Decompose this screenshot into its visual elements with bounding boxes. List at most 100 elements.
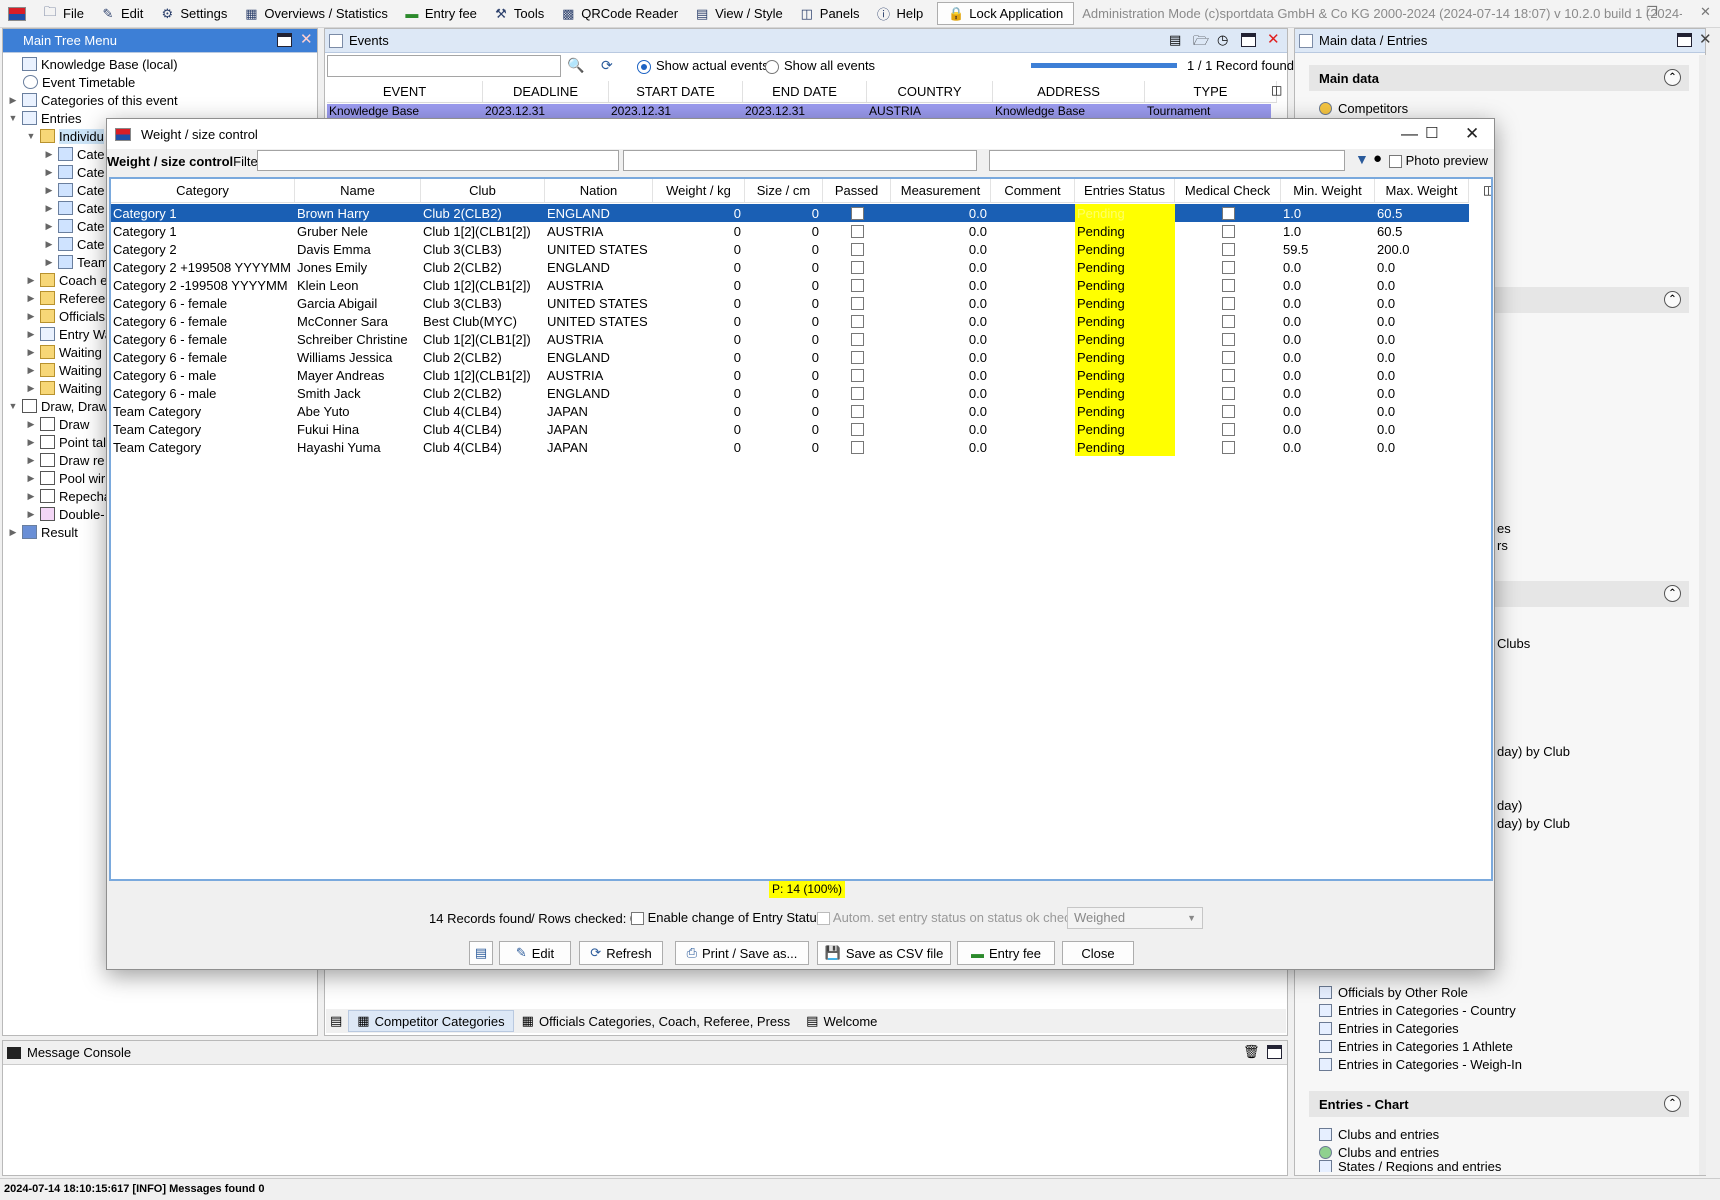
medical-check-checkbox[interactable] <box>1221 332 1235 346</box>
chart-link[interactable]: Clubs and entries <box>1319 1143 1439 1161</box>
maximize-icon[interactable]: ☐ <box>1425 124 1438 142</box>
tree-item-waiting[interactable]: ▶ Waiting <box>25 379 102 397</box>
report-link[interactable]: Entries in Categories - Country <box>1319 1001 1516 1019</box>
layout-button[interactable]: ▤ <box>469 941 493 965</box>
tree-item-draw-result[interactable]: ▶ Draw re <box>25 451 105 469</box>
tree-item-double-elimination[interactable]: ▶ Double- <box>25 505 105 523</box>
column-header[interactable]: Weight / kg <box>653 179 745 202</box>
collapse-section-icon[interactable]: ⌃ <box>1664 69 1681 86</box>
export-icon[interactable]: ▤ <box>1169 32 1181 48</box>
search-icon[interactable]: 🔍 <box>567 57 584 74</box>
maximize-panel-icon[interactable] <box>1677 33 1692 47</box>
menu-panels[interactable]: ◫ Panels <box>791 2 868 26</box>
menu-qrcode[interactable]: ▩ QRCode Reader <box>552 2 686 26</box>
medical-check-checkbox[interactable] <box>1221 404 1235 418</box>
expand-icon[interactable]: ▶ <box>25 419 37 430</box>
column-header[interactable]: Comment <box>991 179 1075 202</box>
column-header[interactable]: START DATE <box>609 81 743 102</box>
tree-item-category[interactable]: ▶ Cate <box>43 217 105 235</box>
passed-checkbox[interactable] <box>850 404 864 418</box>
medical-check-checkbox[interactable] <box>1221 260 1235 274</box>
tab-officials-categories[interactable]: ▦ Officials Categories, Coach, Referee, P… <box>514 1010 799 1032</box>
tree-item-event-timetable[interactable]: Event Timetable <box>23 73 135 91</box>
expand-icon[interactable]: ▶ <box>25 329 37 340</box>
filter-icon[interactable]: ▼ <box>1355 151 1369 167</box>
save-csv-button[interactable]: 💾 Save as CSV file <box>817 941 951 965</box>
refresh-button[interactable]: ⟳ Refresh <box>579 941 663 965</box>
expand-icon[interactable]: ▶ <box>43 149 55 160</box>
table-row[interactable]: Category 1 Brown Harry Club 2(CLB2) ENGLAND… <box>111 204 1469 222</box>
medical-check-checkbox[interactable] <box>1221 278 1235 292</box>
tab-welcome[interactable]: ▤ Welcome <box>798 1010 885 1032</box>
expand-icon[interactable]: ▶ <box>25 383 37 394</box>
print-save-button[interactable]: ⎙ Print / Save as... <box>675 941 809 965</box>
expand-icon[interactable]: ▶ <box>25 491 37 502</box>
medical-check-checkbox[interactable] <box>1221 368 1235 382</box>
tree-item-entries[interactable]: ▼ Entries <box>7 109 82 127</box>
expand-icon[interactable]: ▶ <box>43 185 55 196</box>
minimize-icon[interactable]: — <box>1401 124 1418 144</box>
expand-icon[interactable]: ▶ <box>25 311 37 322</box>
refresh-icon[interactable]: ⟳ <box>601 57 613 74</box>
passed-checkbox[interactable] <box>850 278 864 292</box>
person-icon[interactable]: ● <box>1373 150 1382 167</box>
chart-link[interactable]: States / Regions and entries <box>1319 1160 1501 1172</box>
menu-help[interactable]: ⓘ Help <box>868 2 932 26</box>
column-header[interactable]: Min. Weight <box>1281 179 1375 202</box>
close-window-icon[interactable]: ✕ <box>1700 4 1711 20</box>
menu-edit[interactable]: ✎ Edit <box>92 2 151 26</box>
events-search-input[interactable] <box>327 55 561 77</box>
medical-check-checkbox[interactable] <box>1221 422 1235 436</box>
maximize-panel-icon[interactable] <box>277 33 292 47</box>
trash-icon[interactable]: 🗑 <box>1243 1044 1260 1060</box>
edit-button[interactable]: ✎ Edit <box>499 941 571 965</box>
collapse-section-icon[interactable]: ⌃ <box>1664 291 1681 308</box>
status-select[interactable]: Weighed ▼ <box>1067 907 1203 929</box>
expand-icon[interactable]: ▶ <box>43 167 55 178</box>
close-button[interactable]: Close <box>1062 941 1134 965</box>
close-panel-icon[interactable]: ✕ <box>300 30 313 48</box>
passed-checkbox[interactable] <box>850 314 864 328</box>
menu-settings[interactable]: ⚙ Settings <box>151 2 235 26</box>
tree-item-referee[interactable]: ▶ Referee <box>25 289 106 307</box>
collapse-icon[interactable]: ▼ <box>7 113 19 123</box>
column-header[interactable]: END DATE <box>743 81 867 102</box>
passed-checkbox[interactable] <box>850 350 864 364</box>
table-row[interactable]: Category 2 Davis Emma Club 3(CLB3) UNITED S… <box>111 240 1469 258</box>
tree-item-category[interactable]: ▶ Cate <box>43 163 105 181</box>
autom-set-checkbox[interactable]: Autom. set entry status on status ok che… <box>817 910 1077 926</box>
table-row[interactable]: Category 6 - female Williams Jessica Club … <box>111 348 1469 366</box>
report-link[interactable]: Entries in Categories 1 Athlete <box>1319 1037 1513 1055</box>
restore-window-icon[interactable]: ❐ <box>1646 4 1658 20</box>
column-header[interactable]: Size / cm <box>745 179 823 202</box>
table-row[interactable]: Team Category Fukui Hina Club 4(CLB4) JAPAN… <box>111 420 1469 438</box>
table-row[interactable]: Category 6 - female Schreiber Christine Cl… <box>111 330 1469 348</box>
tree-item-category[interactable]: ▶ Cate <box>43 199 105 217</box>
filter-input-3[interactable] <box>989 150 1345 171</box>
collapse-section-icon[interactable]: ⌃ <box>1664 1095 1681 1112</box>
maximize-panel-icon[interactable] <box>1267 1045 1282 1059</box>
column-header[interactable]: Medical Check <box>1175 179 1281 202</box>
menu-view-style[interactable]: ▤ View / Style <box>686 2 791 26</box>
expand-icon[interactable]: ▶ <box>7 527 19 538</box>
menu-entry-fee[interactable]: ▬ Entry fee <box>396 2 485 26</box>
column-header[interactable]: Passed <box>823 179 891 202</box>
passed-checkbox[interactable] <box>850 422 864 436</box>
medical-check-checkbox[interactable] <box>1221 314 1235 328</box>
expand-icon[interactable]: ▶ <box>25 437 37 448</box>
competitors-link[interactable]: Competitors <box>1319 99 1408 117</box>
expand-icon[interactable]: ▶ <box>43 257 55 268</box>
passed-checkbox[interactable] <box>850 368 864 382</box>
table-row[interactable]: Team Category Abe Yuto Club 4(CLB4) JAPAN 0 0… <box>111 402 1469 420</box>
column-header[interactable]: COUNTRY <box>867 81 993 102</box>
passed-checkbox[interactable] <box>850 332 864 346</box>
column-header[interactable]: Entries Status <box>1075 179 1175 202</box>
table-row[interactable]: Category 1 Gruber Nele Club 1[2](CLB1[2]) A… <box>111 222 1469 240</box>
tree-item-officials[interactable]: ▶ Officials <box>25 307 105 325</box>
tree-item-category[interactable]: ▶ Cate <box>43 145 105 163</box>
history-icon[interactable]: ◷ <box>1217 32 1228 48</box>
expand-icon[interactable]: ▶ <box>25 293 37 304</box>
show-all-events-radio[interactable]: Show all events <box>765 58 875 74</box>
maximize-panel-icon[interactable] <box>1241 33 1256 47</box>
passed-checkbox[interactable] <box>850 224 864 238</box>
